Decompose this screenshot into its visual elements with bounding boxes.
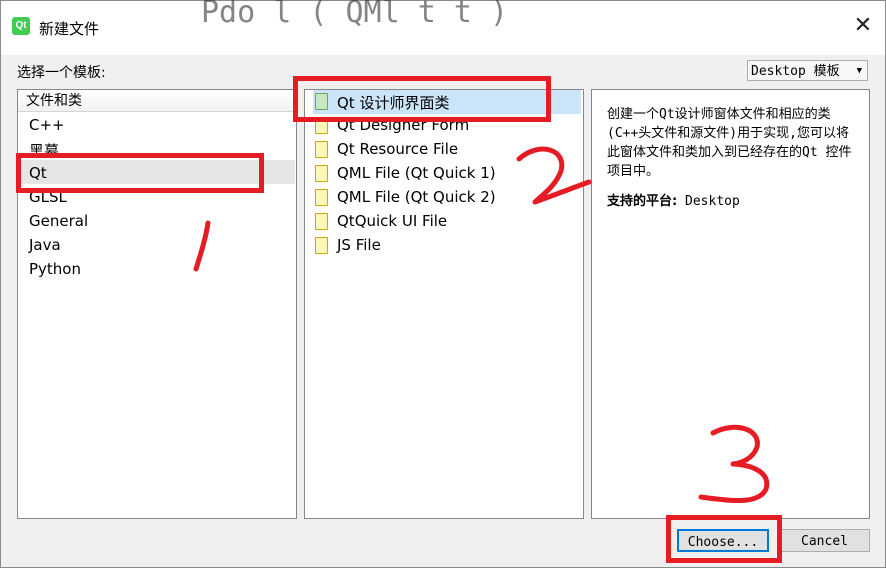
- choose-button[interactable]: Choose...: [677, 529, 769, 552]
- category-list[interactable]: 文件和类 C++ 黑幕 Qt GLSL General Java Python: [17, 89, 297, 519]
- file-icon: [315, 93, 328, 110]
- template-filter-select[interactable]: Desktop 模板 ▼: [747, 60, 868, 81]
- file-item-qtquick-ui-file[interactable]: QtQuick UI File: [313, 210, 581, 234]
- category-header: 文件和类: [18, 90, 296, 112]
- category-item-general[interactable]: General: [29, 212, 88, 230]
- file-icon: [315, 189, 328, 206]
- template-label: 选择一个模板:: [17, 65, 106, 81]
- category-selection-highlight: [19, 160, 295, 184]
- file-item-label: JS File: [337, 236, 381, 254]
- file-icon: [315, 237, 328, 254]
- category-item-glsl[interactable]: GLSL: [29, 188, 67, 206]
- platform-value: Desktop: [685, 194, 740, 209]
- platform-label: 支持的平台:: [607, 194, 678, 209]
- file-icon: [315, 117, 328, 134]
- category-item-java[interactable]: Java: [29, 236, 61, 254]
- file-icon: [315, 165, 328, 182]
- close-icon[interactable]: ✕: [850, 13, 876, 39]
- new-file-dialog: Qt 新建文件 Pdo l ( QMl t t ) ✕ ) 选择一个模板: De…: [0, 0, 886, 568]
- template-description: 创建一个Qt设计师窗体文件和相应的类(C++头文件和源文件)用于实现,您可以将此…: [607, 107, 852, 179]
- file-item-qt-resource-file[interactable]: Qt Resource File: [313, 138, 581, 162]
- file-item-label: Qt Designer Form: [337, 116, 470, 134]
- background-code-fragment: Pdo l ( QMl t t ): [201, 0, 509, 30]
- file-item-qml-quick1[interactable]: QML File (Qt Quick 1): [313, 162, 581, 186]
- background-code-fragment-left: ): [0, 353, 5, 383]
- chevron-down-icon: ▼: [856, 66, 862, 76]
- description-panel: 创建一个Qt设计师窗体文件和相应的类(C++头文件和源文件)用于实现,您可以将此…: [591, 89, 870, 519]
- category-item-python[interactable]: Python: [29, 260, 81, 278]
- category-item-cpp[interactable]: C++: [29, 116, 65, 134]
- file-item-qt-designer-class[interactable]: Qt 设计师界面类: [313, 90, 581, 114]
- file-item-label: Qt Resource File: [337, 140, 459, 158]
- title-bar: Qt 新建文件 Pdo l ( QMl t t ) ✕: [1, 0, 885, 55]
- dialog-title: 新建文件: [39, 20, 100, 38]
- file-item-qt-designer-form[interactable]: Qt Designer Form: [313, 114, 581, 138]
- qt-logo-icon: Qt: [12, 17, 30, 35]
- category-item-qt[interactable]: Qt: [29, 164, 47, 182]
- template-filter-value: Desktop 模板: [751, 64, 840, 79]
- category-item-blackout[interactable]: 黑幕: [29, 140, 59, 161]
- cancel-button[interactable]: Cancel: [779, 529, 870, 552]
- file-item-label: QtQuick UI File: [337, 212, 448, 230]
- file-template-list[interactable]: Qt 设计师界面类 Qt Designer Form Qt Resource F…: [304, 89, 584, 519]
- file-item-label: Qt 设计师界面类: [337, 94, 450, 112]
- file-icon: [315, 141, 328, 158]
- file-item-label: QML File (Qt Quick 2): [337, 188, 496, 206]
- file-icon: [315, 213, 328, 230]
- file-item-label: QML File (Qt Quick 1): [337, 164, 496, 182]
- file-item-qml-quick2[interactable]: QML File (Qt Quick 2): [313, 186, 581, 210]
- file-item-js-file[interactable]: JS File: [313, 234, 581, 258]
- supported-platforms: 支持的平台: Desktop: [607, 190, 740, 209]
